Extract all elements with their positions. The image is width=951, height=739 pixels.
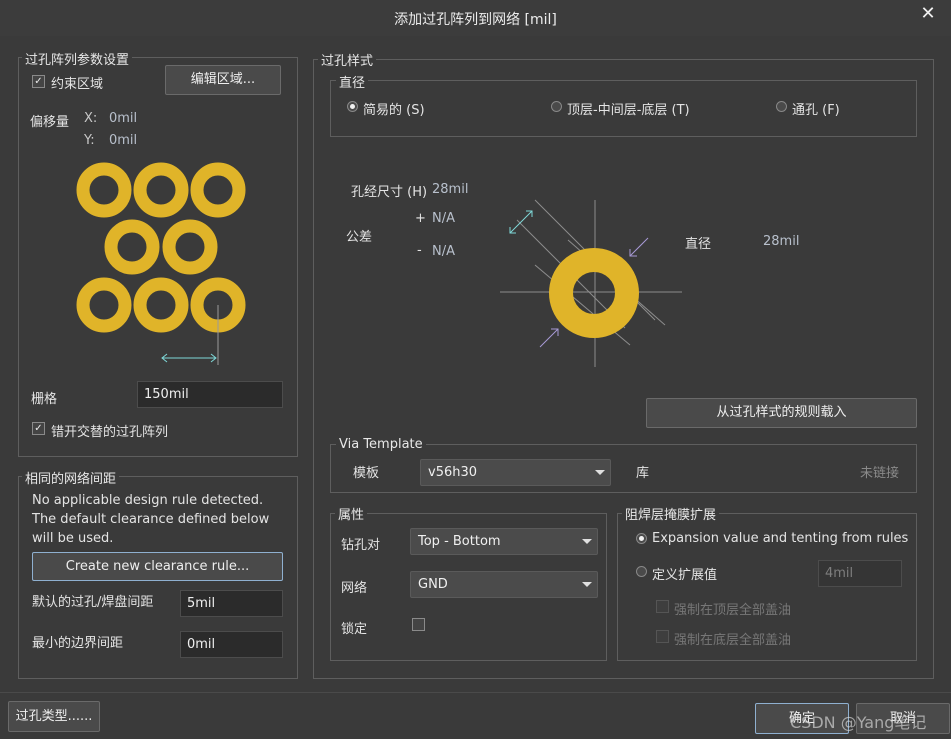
tolerance-plus-value[interactable]: N/A: [432, 211, 455, 226]
create-clearance-rule-button[interactable]: Create new clearance rule...: [32, 552, 283, 581]
clearance-message-line1: No applicable design rule detected.: [32, 493, 264, 508]
watermark: CSDN @Yang笔记: [790, 713, 927, 732]
diameter-simple-label: 简易的 (S): [363, 103, 425, 118]
grid-input[interactable]: 150mil: [137, 381, 283, 408]
constrain-label: 约束区域: [51, 77, 104, 92]
diameter-through-label: 通孔 (F): [792, 103, 840, 118]
offset-y-label: Y:: [84, 133, 95, 148]
default-clearance-input[interactable]: 5mil: [180, 590, 283, 617]
tolerance-minus-sign: -: [417, 243, 422, 258]
mask-custom-input[interactable]: 4mil: [818, 560, 902, 587]
chevron-down-icon: [582, 582, 592, 587]
offset-label: 偏移量: [30, 115, 70, 130]
mask-custom-radio[interactable]: [636, 566, 647, 577]
via-ring-icon: [76, 162, 246, 333]
diameter-group-label: 直径: [336, 72, 369, 91]
force-bottom-label: 强制在底层全部盖油: [674, 633, 792, 648]
via-array-preview: [76, 162, 246, 365]
stagger-checkbox[interactable]: ✓: [32, 422, 45, 435]
grid-label: 栅格: [31, 392, 58, 407]
mask-rules-radio[interactable]: [636, 533, 647, 544]
diameter-value[interactable]: 28mil: [763, 234, 799, 249]
hole-size-arrow-icon: [509, 210, 533, 234]
solder-mask-label: 阻焊层掩膜扩展: [622, 504, 720, 523]
drill-pair-select[interactable]: Top - Bottom: [410, 528, 598, 555]
force-top-label: 强制在顶层全部盖油: [674, 603, 792, 618]
chevron-down-icon: [582, 539, 592, 544]
min-clearance-input[interactable]: 0mil: [180, 631, 283, 658]
hole-size-label: 孔经尺寸 (H): [351, 185, 428, 200]
library-label: 库: [636, 466, 650, 481]
properties-label: 属性: [335, 504, 368, 523]
tolerance-minus-value[interactable]: N/A: [432, 244, 455, 259]
close-icon[interactable]: ✕: [917, 3, 939, 25]
net-select[interactable]: GND: [410, 571, 598, 598]
via-style-label: 过孔样式: [318, 50, 377, 69]
mask-custom-label: 定义扩展值: [652, 568, 718, 583]
clearance-message-line3: will be used.: [32, 531, 114, 546]
offset-x-label: X:: [84, 111, 98, 126]
drill-pair-label: 钻孔对: [341, 538, 381, 553]
lock-label: 锁定: [341, 622, 368, 637]
force-top-checkbox[interactable]: [656, 600, 669, 613]
template-label: 模板: [353, 466, 380, 481]
clearance-message-line2: The default clearance defined below: [32, 512, 270, 527]
load-from-rules-button[interactable]: 从过孔样式的规则载入: [646, 398, 917, 428]
via-diagram: [500, 199, 682, 367]
offset-y-value: 0mil: [109, 133, 138, 148]
array-params-label: 过孔阵列参数设置: [22, 49, 133, 68]
hole-size-value[interactable]: 28mil: [432, 182, 468, 197]
via-type-button[interactable]: 过孔类型......: [8, 701, 100, 732]
footer-divider: [0, 692, 951, 693]
diameter-through-radio[interactable]: [776, 101, 787, 112]
force-bottom-checkbox[interactable]: [656, 630, 669, 643]
via-template-label: Via Template: [336, 437, 426, 452]
diameter-tmb-radio[interactable]: [551, 101, 562, 112]
default-clearance-label: 默认的过孔/焊盘间距: [32, 595, 154, 610]
net-value: GND: [418, 577, 448, 592]
net-label: 网络: [341, 581, 368, 596]
stagger-label: 错开交替的过孔阵列: [51, 425, 169, 440]
library-status: 未链接: [860, 466, 900, 481]
diameter-tmb-label: 顶层-中间层-底层 (T): [567, 103, 690, 118]
min-clearance-label: 最小的边界间距: [32, 636, 124, 651]
grid-dimension-arrow-icon: [161, 353, 217, 363]
edit-region-button[interactable]: 编辑区域...: [165, 65, 281, 95]
template-select-value: v56h30: [428, 465, 478, 480]
tolerance-plus-sign: +: [415, 211, 426, 226]
diameter-simple-radio[interactable]: [347, 101, 358, 112]
clearance-label: 相同的网络间距: [22, 468, 120, 487]
drill-pair-value: Top - Bottom: [418, 534, 501, 549]
constrain-checkbox[interactable]: ✓: [32, 75, 45, 88]
window-title: 添加过孔阵列到网络 [mil]: [394, 12, 557, 28]
via-cross-section-icon: [549, 248, 639, 338]
template-select[interactable]: v56h30: [420, 459, 611, 486]
offset-x-value: 0mil: [109, 111, 138, 126]
lock-checkbox[interactable]: [412, 618, 425, 631]
tolerance-label: 公差: [346, 230, 373, 245]
chevron-down-icon: [595, 470, 605, 475]
mask-rules-label: Expansion value and tenting from rules: [652, 531, 909, 546]
